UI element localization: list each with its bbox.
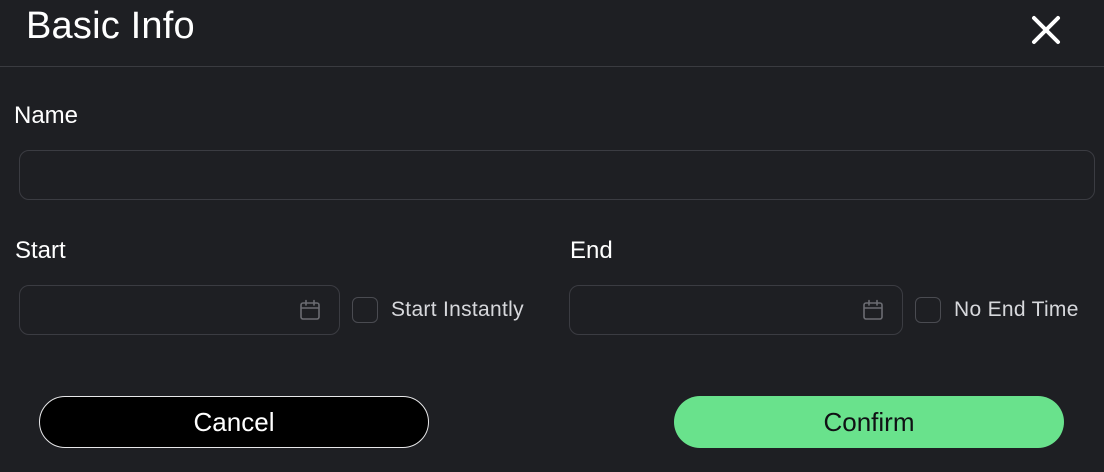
- start-date-picker[interactable]: [19, 285, 340, 335]
- basic-info-dialog: Basic Info Name Start Start Instantly En…: [0, 0, 1104, 472]
- start-instantly-label: Start Instantly: [391, 298, 524, 321]
- start-label: Start: [15, 237, 66, 264]
- no-end-time-label: No End Time: [954, 298, 1079, 321]
- calendar-icon: [300, 299, 320, 320]
- close-button[interactable]: [1026, 10, 1066, 50]
- dialog-header: Basic Info: [0, 0, 1104, 67]
- end-label: End: [570, 237, 613, 264]
- end-date-input[interactable]: [570, 286, 902, 334]
- cancel-button[interactable]: Cancel: [39, 396, 429, 448]
- name-label: Name: [14, 102, 79, 129]
- start-date-input[interactable]: [20, 286, 339, 334]
- calendar-icon: [863, 299, 883, 320]
- close-icon: [1032, 16, 1060, 44]
- end-date-picker[interactable]: [569, 285, 903, 335]
- start-instantly-checkbox[interactable]: [352, 297, 378, 323]
- dialog-title: Basic Info: [26, 5, 195, 47]
- no-end-time-checkbox[interactable]: [915, 297, 941, 323]
- name-input[interactable]: [19, 150, 1095, 200]
- confirm-button[interactable]: Confirm: [674, 396, 1064, 448]
